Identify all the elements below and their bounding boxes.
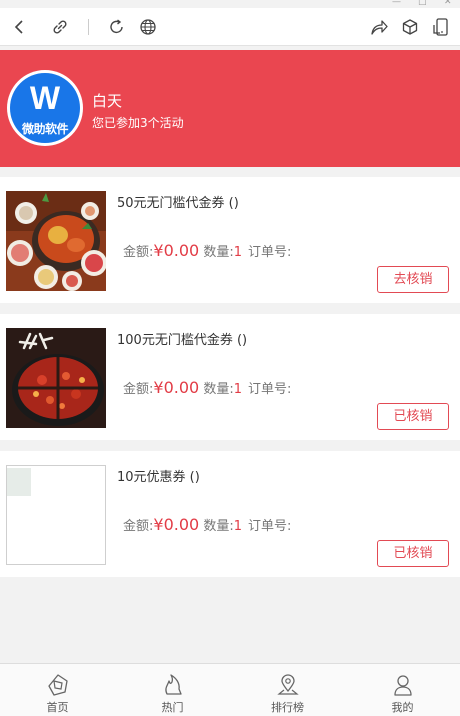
image-broken-fragment	[7, 468, 31, 496]
coupon-meta: 金额:¥0.00 数量:1 订单号:	[123, 241, 291, 260]
avatar-logo: W 微助软件	[10, 73, 80, 143]
logo-text: 微助软件	[21, 122, 69, 136]
nav-item-hot[interactable]: 热门	[115, 664, 230, 716]
quantity-value: 1	[233, 519, 243, 534]
bottom-navigation: 首页 热门 排行榜 我的	[0, 663, 460, 716]
coupon-card: 50元无门槛代金券 () 金额:¥0.00 数量:1 订单号: 去核销	[0, 177, 460, 303]
redeemed-button[interactable]: 已核销	[377, 540, 449, 567]
quantity-value: 1	[233, 245, 243, 260]
cube-icon[interactable]	[399, 16, 421, 38]
redeem-button[interactable]: 去核销	[377, 266, 449, 293]
coupon-title: 100元无门槛代金券 ()	[117, 333, 248, 348]
coupon-title: 10元优惠券 ()	[117, 470, 200, 485]
coupon-image-spicy-hotpot	[6, 328, 106, 428]
amount-value: ¥0.00	[153, 515, 200, 534]
logo-letter: W	[29, 80, 61, 116]
close-button[interactable]: ✕	[444, 0, 452, 7]
nav-label: 我的	[391, 701, 414, 714]
nav-label: 排行榜	[271, 701, 304, 714]
avatar[interactable]: W 微助软件	[7, 70, 83, 146]
nav-item-home[interactable]: 首页	[0, 664, 115, 716]
coupon-meta: 金额:¥0.00 数量:1 订单号:	[123, 378, 291, 397]
hot-icon	[165, 674, 182, 695]
user-icon	[394, 675, 412, 696]
quantity-label: 数量:	[203, 382, 234, 397]
coupon-meta: 金额:¥0.00 数量:1 订单号:	[123, 515, 291, 534]
coupon-card: 10元优惠券 () 金额:¥0.00 数量:1 订单号: 已核销	[0, 451, 460, 577]
order-number-label: 订单号:	[248, 382, 292, 397]
coupon-title: 50元无门槛代金券 ()	[117, 196, 239, 211]
user-name: 白天	[92, 92, 123, 110]
quantity-label: 数量:	[203, 245, 234, 260]
toolbar-separator	[88, 19, 89, 35]
globe-icon[interactable]	[137, 16, 159, 38]
window-controls: — □ ✕	[360, 0, 460, 8]
activity-count-text: 您已参加3个活动	[92, 116, 184, 130]
browser-toolbar	[0, 8, 460, 46]
coupon-image-placeholder	[6, 465, 106, 565]
back-icon[interactable]	[8, 16, 30, 38]
amount-value: ¥0.00	[153, 241, 200, 260]
coupon-image-hotpot-platter	[6, 191, 106, 291]
order-number-label: 订单号:	[248, 245, 292, 260]
amount-label: 金额:	[123, 382, 154, 397]
link-icon[interactable]	[49, 16, 71, 38]
nav-label: 首页	[46, 701, 69, 714]
amount-value: ¥0.00	[153, 378, 200, 397]
amount-label: 金额:	[123, 245, 154, 260]
nav-label: 热门	[161, 701, 184, 714]
nav-item-mine[interactable]: 我的	[345, 664, 460, 716]
nav-item-ranking[interactable]: 排行榜	[230, 664, 345, 716]
quantity-value: 1	[233, 382, 243, 397]
phone-icon[interactable]	[430, 16, 452, 38]
home-icon	[48, 674, 68, 696]
quantity-label: 数量:	[203, 519, 234, 534]
redeemed-button[interactable]: 已核销	[377, 403, 449, 430]
share-icon[interactable]	[368, 16, 390, 38]
order-number-label: 订单号:	[248, 519, 292, 534]
location-icon	[277, 674, 299, 695]
coupon-card: 100元无门槛代金券 () 金额:¥0.00 数量:1 订单号: 已核销	[0, 314, 460, 440]
refresh-icon[interactable]	[106, 16, 128, 38]
minimize-button[interactable]: —	[392, 0, 401, 7]
maximize-button[interactable]: □	[418, 0, 427, 7]
amount-label: 金额:	[123, 519, 154, 534]
profile-header: W 微助软件 白天 您已参加3个活动	[0, 50, 460, 167]
